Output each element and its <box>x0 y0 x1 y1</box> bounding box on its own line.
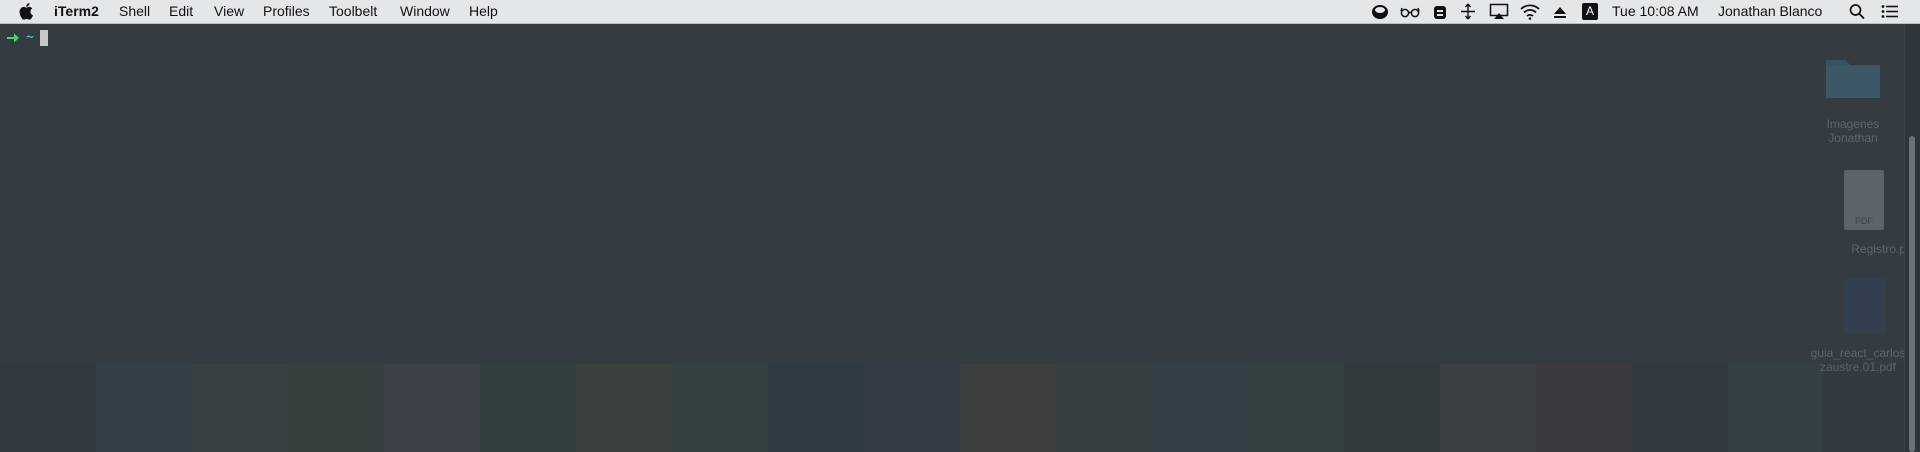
dropbox-icon[interactable] <box>1371 3 1389 20</box>
desktop-item-label-2: zaustre.01.pdf <box>1819 360 1897 374</box>
menu-window[interactable]: Window <box>400 0 450 23</box>
desktop-folder-imagenes[interactable]: Imagenes Jonathan <box>1790 54 1916 150</box>
input-source-icon[interactable]: A <box>1582 3 1598 20</box>
desktop-item-label: Registro.pdf <box>1851 242 1916 256</box>
pdf-file-icon <box>1844 278 1886 334</box>
backpack-icon[interactable] <box>1432 3 1448 20</box>
current-directory: ~ <box>26 30 34 45</box>
apple-icon[interactable] <box>19 2 35 20</box>
notification-center-icon[interactable] <box>1881 3 1899 20</box>
terminal-window[interactable]: ~ <box>0 24 1920 452</box>
pdf-file-icon: PDF <box>1844 170 1884 230</box>
menubar-clock[interactable]: Tue 10:08 AM <box>1612 0 1699 23</box>
desktop-item-label-2: Jonathan <box>1828 131 1878 145</box>
search-icon[interactable] <box>1849 3 1865 20</box>
eject-icon[interactable] <box>1553 3 1567 20</box>
move-arrows-icon[interactable] <box>1460 3 1476 20</box>
prompt-arrow-icon <box>7 33 19 43</box>
app-menu-iterm2[interactable]: iTerm2 <box>54 0 99 23</box>
desktop-file-guia-react[interactable]: guia_react_carlos zaustre.01.pdf <box>1796 278 1920 380</box>
airplay-icon[interactable] <box>1489 3 1509 20</box>
menu-view[interactable]: View <box>214 0 244 23</box>
scrollbar-thumb[interactable] <box>1909 136 1915 452</box>
pdf-badge: PDF <box>1855 216 1873 226</box>
input-source-letter: A <box>1585 4 1594 18</box>
wifi-icon[interactable] <box>1520 3 1540 20</box>
menu-edit[interactable]: Edit <box>169 0 193 23</box>
menu-bar: iTerm2 Shell Edit View Profiles Toolbelt… <box>0 0 1920 24</box>
text-cursor <box>40 30 48 46</box>
folder-icon <box>1826 60 1880 98</box>
menu-shell[interactable]: Shell <box>119 0 150 23</box>
menu-profiles[interactable]: Profiles <box>263 0 310 23</box>
desktop-item-label: Imagenes <box>1826 117 1880 131</box>
glasses-icon[interactable] <box>1400 3 1420 20</box>
menu-help[interactable]: Help <box>469 0 498 23</box>
desktop-item-label: guia_react_carlos <box>1810 346 1906 360</box>
menu-toolbelt[interactable]: Toolbelt <box>329 0 377 23</box>
menubar-user[interactable]: Jonathan Blanco <box>1718 0 1822 23</box>
desktop-file-registro[interactable]: PDF Registro.pdf <box>1800 170 1916 260</box>
